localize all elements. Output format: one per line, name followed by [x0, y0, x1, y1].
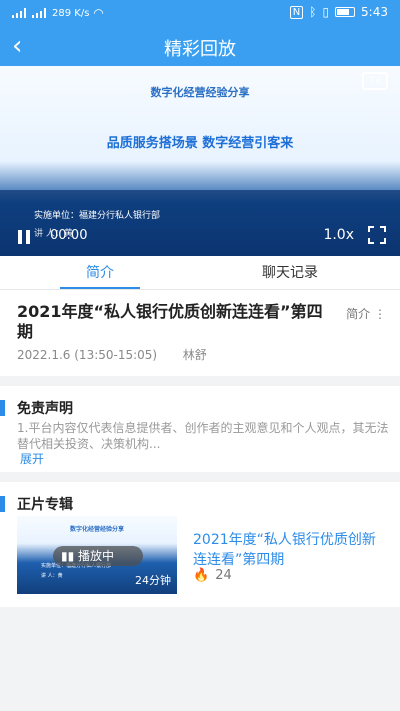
- vibrate-icon: ▯: [322, 5, 330, 19]
- section-accent-bar: [0, 400, 5, 416]
- thumb-headline: 数字化经营经验分享: [69, 526, 124, 533]
- video-headline: 数字化经营经验分享: [150, 86, 250, 99]
- active-tab-indicator: [60, 287, 140, 289]
- playback-speed-button[interactable]: 1.0x: [323, 227, 354, 243]
- video-lower-band: [0, 190, 400, 256]
- signal-icon: [32, 8, 48, 18]
- network-speed: 289 K/s: [52, 7, 90, 19]
- video-subheadline: 品质服务搭场景 数字经营引客来: [106, 136, 294, 151]
- video-org-line: 实施单位：福建分行私人银行部: [34, 211, 161, 221]
- bluetooth-icon: ᛒ: [309, 5, 317, 19]
- disclaimer-text: 1.平台内容仅代表信息提供者、创作者的主观意见和个人观点，其无法替代相关投资、决…: [17, 421, 389, 451]
- views-count: 24: [215, 568, 232, 583]
- thumb-speaker-line: 讲 人：黄: [41, 573, 63, 579]
- album-title: 正片专辑: [17, 497, 73, 513]
- pause-icon[interactable]: [18, 230, 32, 244]
- album-item-thumbnail[interactable]: 数字化经营经验分享 实施单位：福建分行私人银行部 讲 人：黄 ▮▮ 播放中 24…: [17, 516, 177, 594]
- replay-title: 2021年度“私人银行优质创新连连看”第四期: [17, 302, 323, 341]
- album-item-views: 🔥 24: [193, 568, 232, 583]
- status-right: N ᛒ ▯ 5:43: [289, 5, 388, 19]
- tab-chat-history[interactable]: 聊天记录: [190, 262, 390, 282]
- battery-icon: [335, 7, 356, 17]
- replay-speaker: 林舒: [182, 348, 207, 362]
- duration-label: 24分钟: [135, 574, 171, 587]
- playing-badge: ▮▮ 播放中: [53, 546, 143, 566]
- section-accent-bar: [0, 496, 5, 512]
- replay-meta: 2022.1.6 (13:50-15:05) 林舒: [17, 346, 207, 363]
- intro-link[interactable]: 简介 ⋮: [346, 305, 386, 322]
- status-left: 289 K/s ◠: [12, 6, 104, 20]
- album-section: 正片专辑 数字化经营经验分享 实施单位：福建分行私人银行部 讲 人：黄 ▮▮ 播…: [0, 482, 400, 607]
- tab-intro[interactable]: 简介: [0, 262, 200, 282]
- equalizer-icon: ▮▮: [61, 549, 75, 563]
- tab-bar: 简介 聊天记录: [0, 256, 400, 290]
- fullscreen-icon[interactable]: [368, 226, 386, 244]
- top-bar: 289 K/s ◠ N ᛒ ▯ 5:43 ‹ 精彩回放: [0, 0, 400, 66]
- disclaimer-title: 免责声明: [17, 401, 73, 417]
- signal-icon: [12, 8, 28, 18]
- replay-date: 2022.1.6 (13:50-15:05): [17, 348, 158, 362]
- flame-icon: 🔥: [193, 568, 210, 583]
- expand-link[interactable]: 展开: [20, 450, 44, 467]
- nfc-icon: N: [289, 5, 304, 19]
- current-time: 00:00: [50, 228, 88, 243]
- disclaimer-section: 免责声明 1.平台内容仅代表信息提供者、创作者的主观意见和个人观点，其无法替代相…: [0, 386, 400, 472]
- status-bar: 289 K/s ◠ N ᛒ ▯ 5:43: [0, 0, 400, 26]
- nav-bar: ‹ 精彩回放: [0, 26, 400, 66]
- info-card: 2021年度“私人银行优质创新连连看”第四期 简介 ⋮ 2022.1.6 (13…: [0, 290, 400, 376]
- status-time: 5:43: [361, 5, 388, 19]
- wifi-icon: ◠: [93, 6, 104, 20]
- page-title: 精彩回放: [164, 39, 236, 60]
- video-player[interactable]: TV 数字化经营经验分享 品质服务搭场景 数字经营引客来 实施单位：福建分行私人…: [0, 66, 400, 256]
- album-item-title[interactable]: 2021年度“私人银行优质创新连连看”第四期: [193, 530, 388, 570]
